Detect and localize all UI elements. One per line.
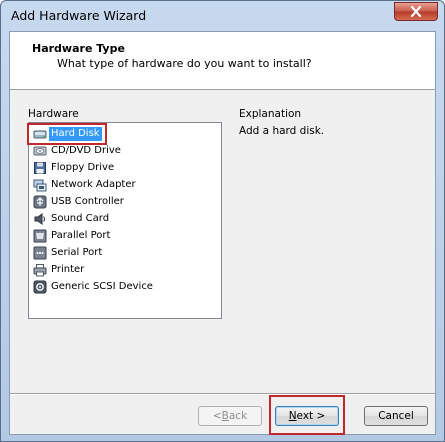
page-title: Hardware Type (32, 42, 125, 55)
list-item-printer[interactable]: Printer (33, 262, 86, 278)
cd-dvd-icon (33, 146, 47, 156)
explanation-label: Explanation (239, 108, 302, 120)
list-item-hard-disk[interactable]: Hard Disk (33, 126, 102, 142)
parallel-port-icon (33, 229, 47, 243)
list-item-cd-dvd-drive[interactable]: CD/DVD Drive (33, 143, 123, 159)
window-title: Add Hardware Wizard (11, 8, 147, 23)
usb-icon (33, 195, 47, 209)
wizard-client-area: Hardware Type What type of hardware do y… (9, 31, 436, 435)
hardware-listbox[interactable]: Hard Disk CD/DVD Drive Floppy Drive Netw… (28, 122, 222, 319)
page-subtitle: What type of hardware do you want to ins… (57, 57, 312, 70)
sound-card-icon (34, 213, 45, 225)
list-item-serial-port[interactable]: Serial Port (33, 245, 104, 261)
list-item-generic-scsi-device[interactable]: Generic SCSI Device (33, 279, 155, 295)
explanation-text: Add a hard disk. (239, 125, 325, 137)
list-item-floppy-drive[interactable]: Floppy Drive (33, 160, 116, 176)
cancel-button[interactable]: Cancel (364, 406, 428, 426)
serial-port-icon (33, 246, 47, 260)
next-button[interactable]: Next > (275, 406, 339, 426)
hard-disk-icon (33, 130, 47, 139)
list-item-network-adapter[interactable]: Network Adapter (33, 177, 138, 193)
close-button[interactable] (394, 2, 438, 21)
hardware-label: Hardware (28, 108, 79, 120)
list-item-usb-controller[interactable]: USB Controller (33, 194, 126, 210)
title-bar[interactable]: Add Hardware Wizard (1, 1, 444, 31)
footer-divider (10, 393, 435, 395)
printer-icon (33, 264, 47, 277)
close-icon (410, 6, 422, 17)
list-item-sound-card[interactable]: Sound Card (33, 211, 111, 227)
scsi-icon (33, 280, 47, 294)
list-item-parallel-port[interactable]: Parallel Port (33, 228, 112, 244)
back-button[interactable]: < Back (198, 406, 262, 426)
wizard-window: Add Hardware Wizard Hardware Type What t… (0, 0, 445, 442)
wizard-header: Hardware Type What type of hardware do y… (10, 32, 435, 90)
floppy-icon (34, 162, 46, 174)
network-adapter-icon (33, 179, 47, 192)
